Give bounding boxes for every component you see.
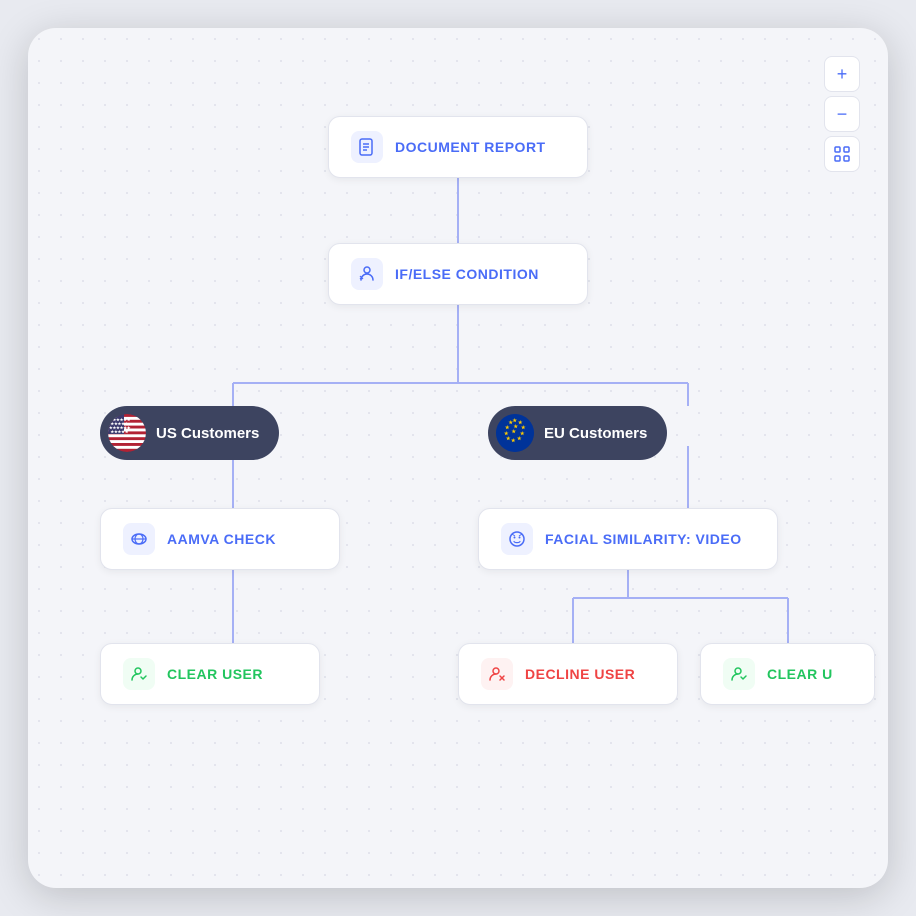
svg-text:★: ★	[504, 431, 509, 437]
zoom-controls: + −	[824, 56, 860, 172]
eu-customers-label: EU Customers	[544, 425, 647, 442]
clear-user-left-icon	[123, 658, 155, 690]
us-flag-icon: ★★★★★★ ★★★★★ ★★★★★★ ★★★★★	[108, 414, 146, 452]
clear-user-right-icon	[723, 658, 755, 690]
svg-text:★★★★★: ★★★★★	[111, 429, 129, 434]
zoom-in-button[interactable]: +	[824, 56, 860, 92]
document-report-node[interactable]: DOCUMENT REPORT	[328, 116, 588, 178]
decline-user-label: DECLINE USER	[525, 666, 635, 682]
facial-similarity-node[interactable]: FACIAL SIMILARITY: VIDEO	[478, 508, 778, 570]
us-customers-pill[interactable]: ★★★★★★ ★★★★★ ★★★★★★ ★★★★★ US Customers	[100, 406, 279, 460]
facial-icon	[501, 523, 533, 555]
ifelse-condition-node[interactable]: IF/ELSE CONDITION	[328, 243, 588, 305]
us-customers-label: US Customers	[156, 425, 259, 442]
svg-text:★: ★	[517, 436, 522, 442]
aamva-check-node[interactable]: AAMVA CHECK	[100, 508, 340, 570]
workflow-canvas: + −	[28, 28, 888, 888]
decline-user-node[interactable]: DECLINE USER	[458, 643, 678, 705]
ifelse-icon	[351, 258, 383, 290]
clear-user-right-node[interactable]: CLEAR U	[700, 643, 875, 705]
ifelse-label: IF/ELSE CONDITION	[395, 266, 539, 282]
zoom-out-button[interactable]: −	[824, 96, 860, 132]
eu-flag-icon: ★ ★ ★ ★ ★ ★ ★ ★ ★ ★ ★ ★	[496, 414, 534, 452]
facial-label: FACIAL SIMILARITY: VIDEO	[545, 531, 742, 547]
clear-user-left-node[interactable]: CLEAR USER	[100, 643, 320, 705]
aamva-icon	[123, 523, 155, 555]
fit-button[interactable]	[824, 136, 860, 172]
aamva-label: AAMVA CHECK	[167, 531, 276, 547]
document-report-icon	[351, 131, 383, 163]
svg-text:★: ★	[511, 438, 516, 444]
clear-user-right-label: CLEAR U	[767, 666, 833, 682]
svg-text:★: ★	[514, 424, 519, 430]
eu-customers-pill[interactable]: ★ ★ ★ ★ ★ ★ ★ ★ ★ ★ ★ ★ EU Custo	[488, 406, 667, 460]
document-report-label: DOCUMENT REPORT	[395, 139, 546, 155]
decline-user-icon	[481, 658, 513, 690]
clear-user-left-label: CLEAR USER	[167, 666, 263, 682]
